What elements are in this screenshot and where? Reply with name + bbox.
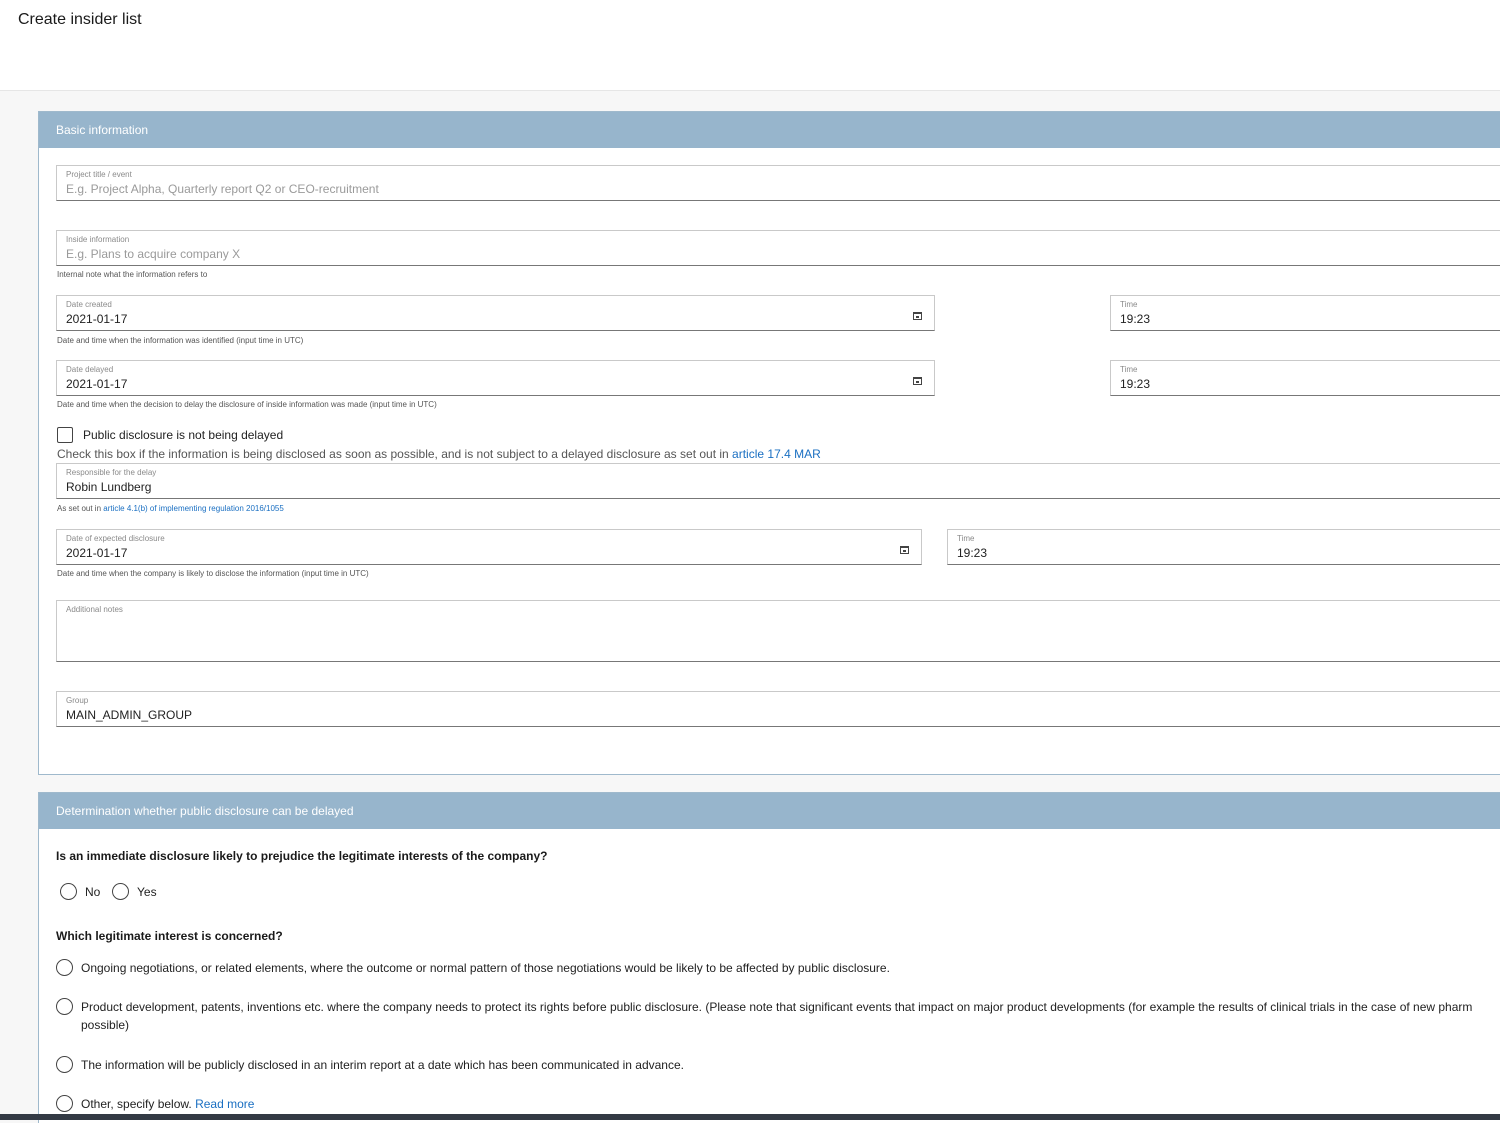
not-delayed-desc-text: Check this box if the information is bei… <box>57 447 733 461</box>
radio-yes[interactable] <box>112 883 129 900</box>
responsible-field[interactable]: Responsible for the delay Robin Lundberg <box>56 463 1500 499</box>
time-delayed-field[interactable]: Time 19:23 <box>1110 360 1500 396</box>
date-delayed-helper: Date and time when the decision to delay… <box>57 400 437 409</box>
project-title-placeholder: E.g. Project Alpha, Quarterly report Q2 … <box>66 182 379 196</box>
expected-time-value: 19:23 <box>957 546 988 560</box>
radio-yes-label: Yes <box>137 885 157 899</box>
option-product-development-cont: possible) <box>81 1018 130 1032</box>
field-label: Date created <box>66 300 112 309</box>
option-other: Other, specify below. Read more <box>81 1095 254 1113</box>
section-header-basic: Basic information <box>39 112 1500 148</box>
additional-notes-field[interactable]: Additional notes <box>56 600 1500 662</box>
option-product-development: Product development, patents, inventions… <box>81 1000 1473 1014</box>
question-prejudice: Is an immediate disclosure likely to pre… <box>56 849 548 863</box>
expected-date-helper: Date and time when the company is likely… <box>57 569 369 578</box>
bottom-bar <box>0 1114 1500 1120</box>
field-label: Time <box>1120 365 1138 374</box>
calendar-icon[interactable] <box>913 377 922 385</box>
page-title: Create insider list <box>18 11 142 28</box>
expected-date-value: 2021-01-17 <box>66 546 128 560</box>
calendar-icon[interactable] <box>900 546 909 554</box>
regulation-link[interactable]: article 4.1(b) of implementing regulatio… <box>103 504 284 513</box>
expected-time-field[interactable]: Time 19:23 <box>947 529 1500 565</box>
date-created-value: 2021-01-17 <box>66 312 128 326</box>
field-label: Time <box>1120 300 1138 309</box>
date-created-helper: Date and time when the information was i… <box>57 336 304 345</box>
option-ongoing-negotiations: Ongoing negotiations, or related element… <box>81 961 890 975</box>
group-field[interactable]: Group MAIN_ADMIN_GROUP <box>56 691 1500 727</box>
field-label: Additional notes <box>66 605 123 614</box>
inside-information-helper: Internal note what the information refer… <box>57 270 208 279</box>
article-17-4-link[interactable]: article 17.4 MAR <box>732 447 821 461</box>
question-legitimate-interest: Which legitimate interest is concerned? <box>56 929 283 943</box>
field-label: Inside information <box>66 235 130 244</box>
radio-no-label: No <box>85 885 101 899</box>
read-more-link[interactable]: Read more <box>195 1097 254 1111</box>
section-header-determination: Determination whether public disclosure … <box>39 793 1500 829</box>
basic-information-section: Basic information <box>38 111 1500 775</box>
field-label: Project title / event <box>66 170 132 179</box>
responsible-helper-text: As set out in <box>57 504 104 513</box>
field-label: Group <box>66 696 89 705</box>
radio-product-development[interactable] <box>56 998 73 1015</box>
radio-other[interactable] <box>56 1095 73 1112</box>
field-label: Responsible for the delay <box>66 468 157 477</box>
field-label: Time <box>957 534 975 543</box>
time-delayed-value: 19:23 <box>1120 377 1151 391</box>
not-delayed-label: Public disclosure is not being delayed <box>83 428 284 442</box>
inside-information-placeholder: E.g. Plans to acquire company X <box>66 247 241 261</box>
project-title-field[interactable]: Project title / event E.g. Project Alpha… <box>56 165 1500 201</box>
option-other-text: Other, specify below. <box>81 1097 192 1111</box>
top-bar: Create insider list <box>0 0 1500 91</box>
group-value: MAIN_ADMIN_GROUP <box>66 708 193 722</box>
radio-no[interactable] <box>60 883 77 900</box>
radio-ongoing-negotiations[interactable] <box>56 959 73 976</box>
date-delayed-field[interactable]: Date delayed 2021-01-17 <box>56 360 935 396</box>
time-created-field[interactable]: Time 19:23 <box>1110 295 1500 331</box>
option-interim-report: The information will be publicly disclos… <box>81 1058 684 1072</box>
responsible-value: Robin Lundberg <box>66 480 152 494</box>
expected-date-field[interactable]: Date of expected disclosure 2021-01-17 <box>56 529 922 565</box>
not-delayed-description: Check this box if the information is bei… <box>57 447 821 461</box>
radio-interim-report[interactable] <box>56 1056 73 1073</box>
field-label: Date delayed <box>66 365 114 374</box>
date-created-field[interactable]: Date created 2021-01-17 <box>56 295 935 331</box>
field-label: Date of expected disclosure <box>66 534 165 543</box>
calendar-icon[interactable] <box>913 312 922 320</box>
responsible-helper: As set out in article 4.1(b) of implemen… <box>57 504 284 513</box>
inside-information-field[interactable]: Inside information E.g. Plans to acquire… <box>56 230 1500 266</box>
time-created-value: 19:23 <box>1120 312 1151 326</box>
not-delayed-checkbox[interactable] <box>57 427 73 443</box>
date-delayed-value: 2021-01-17 <box>66 377 128 391</box>
